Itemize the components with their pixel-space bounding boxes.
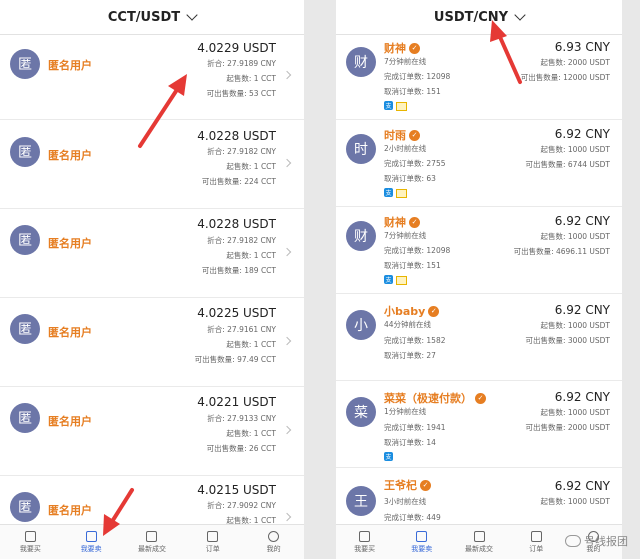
arrowhead-price — [168, 74, 187, 96]
arrowhead-pair — [490, 20, 507, 42]
annotation-arrows — [103, 20, 522, 536]
wechat-icon — [565, 535, 581, 547]
arrowhead-sell-tab — [103, 514, 120, 536]
watermark: 号线报团 — [565, 533, 628, 549]
arrow-to-price — [138, 80, 184, 148]
watermark-text: 号线报团 — [584, 535, 628, 548]
